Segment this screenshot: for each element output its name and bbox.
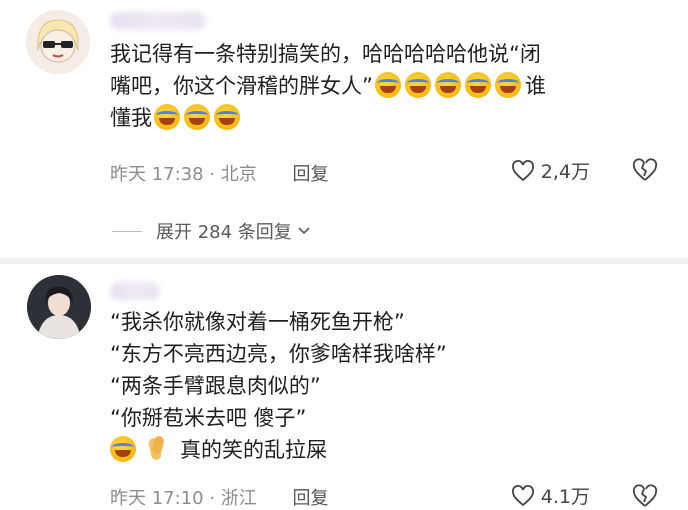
like-count: 2,4万 bbox=[540, 161, 590, 183]
comment-time: 昨天 17:38 bbox=[110, 164, 204, 185]
separator-dot: · bbox=[203, 164, 221, 185]
comment-line: “东方不亮西边亮，你爹啥样我啥样” bbox=[110, 342, 447, 366]
comment-line: “你掰苞米去吧 傻子” bbox=[110, 406, 307, 430]
heart-icon bbox=[511, 484, 534, 506]
laugh-cry-emoji-icon bbox=[374, 72, 401, 98]
laugh-cry-emoji-icon bbox=[110, 436, 136, 462]
comment-line: 懂我 bbox=[110, 102, 670, 134]
like-button[interactable]: 2,4万 bbox=[511, 157, 590, 184]
like-button[interactable]: 4.1万 bbox=[511, 482, 590, 509]
crossed-fingers-emoji-icon bbox=[146, 436, 166, 462]
avatar[interactable] bbox=[26, 10, 90, 74]
laugh-cry-emoji-icon bbox=[214, 104, 240, 130]
laugh-cry-emoji-icon bbox=[434, 72, 461, 98]
comment-line: “两条手臂跟息肉似的” bbox=[110, 374, 321, 398]
comment-line-text: 真的笑的乱拉屎 bbox=[180, 438, 327, 462]
laugh-cry-emoji-icon bbox=[154, 104, 180, 130]
username[interactable] bbox=[110, 12, 206, 30]
divider-line bbox=[112, 230, 142, 232]
comment-line: 我记得有一条特别搞笑的，哈哈哈哈哈他说“闭 bbox=[110, 42, 541, 66]
comment-location: 北京 bbox=[220, 164, 257, 185]
reply-button[interactable]: 回复 bbox=[293, 164, 329, 185]
comment-meta: 昨天 17:10 · 浙江 回复 bbox=[110, 484, 329, 510]
comment-text: “我杀你就像对着一桶死鱼开枪” “东方不亮西边亮，你爹啥样我啥样” “两条手臂跟… bbox=[110, 306, 670, 466]
expand-replies-button[interactable]: 展开 284 条回复 bbox=[112, 218, 310, 244]
like-count: 4.1万 bbox=[540, 486, 590, 508]
username[interactable] bbox=[110, 282, 160, 300]
section-divider bbox=[0, 258, 688, 264]
comment-line-text: 嘴吧，你这个滑稽的胖女人” bbox=[110, 74, 373, 98]
comment-line-text: 谁 bbox=[524, 74, 546, 98]
dislike-broken-heart-icon[interactable] bbox=[632, 158, 658, 182]
laugh-cry-emoji-icon bbox=[404, 72, 431, 98]
avatar[interactable] bbox=[27, 275, 91, 339]
laugh-cry-emoji-icon bbox=[184, 104, 210, 130]
comment-line: 真的笑的乱拉屎 bbox=[110, 434, 670, 466]
heart-icon bbox=[511, 159, 534, 181]
comment-line: 嘴吧，你这个滑稽的胖女人” 谁 bbox=[110, 70, 670, 102]
comment-line-text: 懂我 bbox=[110, 106, 152, 130]
chevron-down-icon bbox=[298, 227, 310, 235]
expand-replies-label: 展开 284 条回复 bbox=[156, 222, 292, 243]
laugh-cry-emoji-icon bbox=[494, 72, 521, 98]
comment-text: 我记得有一条特别搞笑的，哈哈哈哈哈他说“闭 嘴吧，你这个滑稽的胖女人” 谁 懂我 bbox=[110, 38, 670, 134]
laugh-cry-emoji-icon bbox=[464, 72, 491, 98]
comment-meta: 昨天 17:38 · 北京 回复 bbox=[110, 160, 329, 186]
comment-line: “我杀你就像对着一桶死鱼开枪” bbox=[110, 310, 405, 334]
dislike-broken-heart-icon[interactable] bbox=[632, 484, 658, 508]
